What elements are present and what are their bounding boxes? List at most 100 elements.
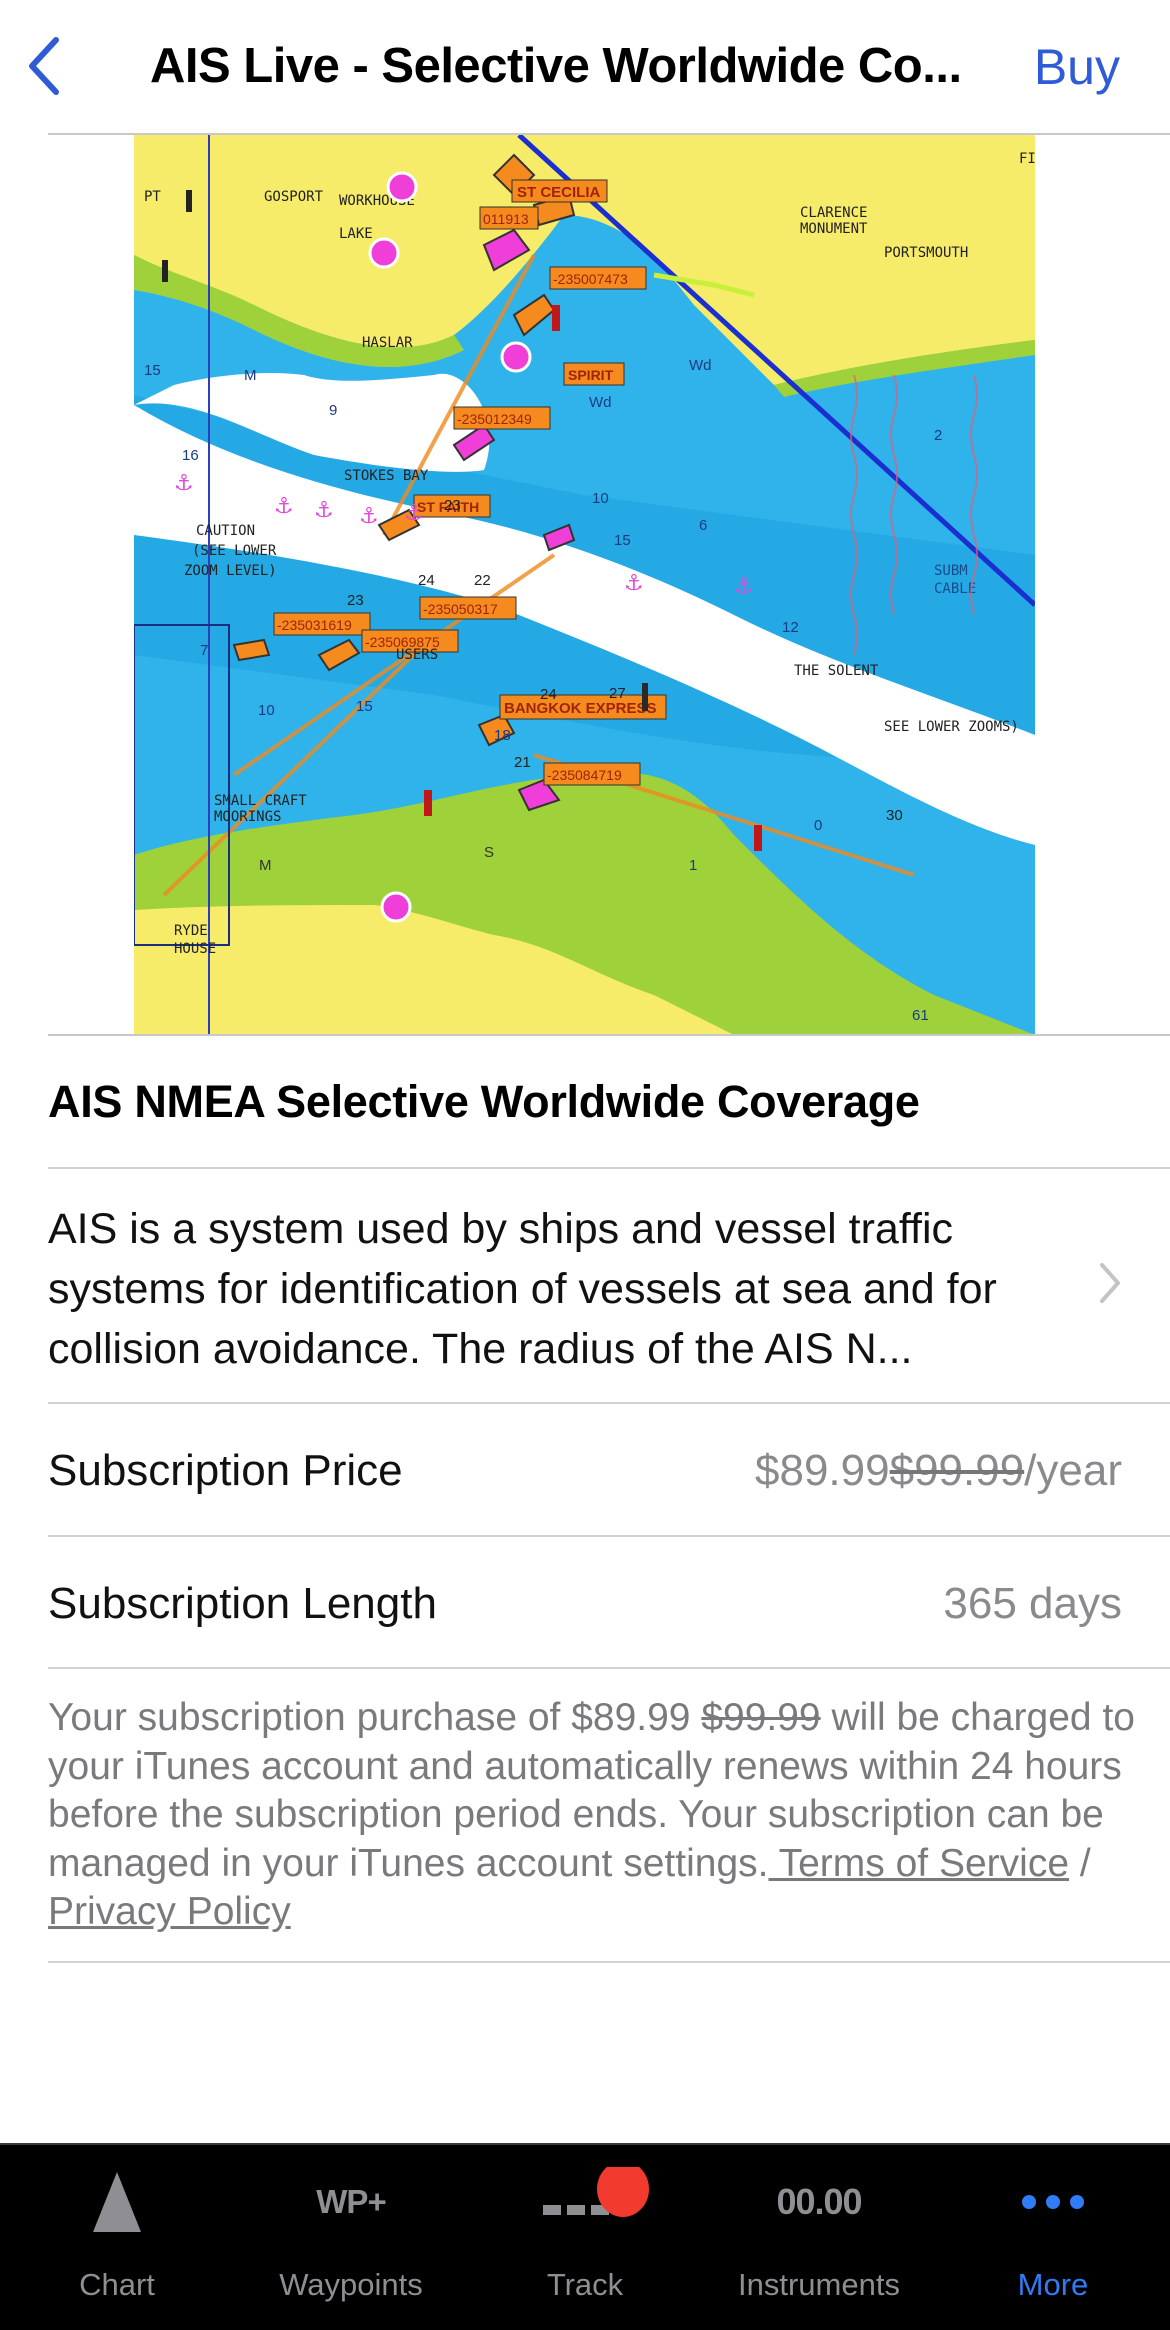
vessel-label: BANGKOK EXPRESS	[499, 694, 667, 720]
navigation-bar: AIS Live - Selective Worldwide Co... Buy	[0, 0, 1170, 135]
depth-label: 16	[182, 447, 199, 464]
depth-label: 12	[782, 619, 799, 636]
more-dots-icon	[1022, 2195, 1084, 2209]
price-current: $89.99	[755, 1446, 890, 1495]
svg-text:ST CECILIA: ST CECILIA	[517, 184, 601, 201]
depth-label: 10	[258, 702, 275, 719]
place-label: SMALL CRAFT	[214, 793, 307, 809]
buoy-red-icon	[552, 305, 560, 331]
place-label: GOSPORT	[264, 189, 324, 205]
marina-icon	[386, 171, 418, 203]
marina-icon	[368, 237, 400, 269]
instruments-icon: 00.00	[776, 2181, 862, 2222]
anchor-icon: ⚓	[404, 501, 424, 526]
depth-label: 21	[514, 754, 531, 771]
depth-label: 22	[474, 572, 491, 589]
product-title: AIS NMEA Selective Worldwide Coverage	[48, 1076, 920, 1127]
beacon-icon	[186, 190, 192, 212]
vessel-label: SPIRIT	[563, 362, 625, 386]
subscription-price-label: Subscription Price	[48, 1446, 403, 1495]
anchor-icon: ⚓	[734, 574, 754, 599]
depth-label: 15	[614, 532, 631, 549]
vessel-label: -235084719	[543, 762, 641, 786]
divider	[48, 1961, 1170, 1963]
product-title-row: AIS NMEA Selective Worldwide Coverage	[48, 1036, 1170, 1168]
buoy-red-icon	[424, 790, 432, 816]
depth-label: M	[259, 857, 272, 874]
depth-label: 24	[540, 686, 557, 703]
depth-label: S	[484, 844, 494, 861]
tab-waypoints[interactable]: WP+ Waypoints	[234, 2145, 468, 2330]
nautical-chart: ST CECILIA 011913 -235007473 SPIRIT -235…	[134, 135, 1035, 1035]
depth-label: 15	[144, 362, 161, 379]
place-label: LAKE	[339, 226, 373, 242]
depth-label: 10	[592, 490, 609, 507]
vessel-label: -235050317	[419, 596, 517, 620]
vessel-label: -235031619	[273, 612, 371, 636]
depth-label: 15	[356, 698, 373, 715]
product-description: AIS is a system used by ships and vessel…	[48, 1205, 997, 1373]
tab-label: Waypoints	[279, 2267, 423, 2302]
depth-label: 9	[329, 402, 337, 419]
anchor-icon: ⚓	[359, 504, 379, 529]
vessel-label: -235007473	[549, 266, 647, 290]
subscription-price-row: Subscription Price $89.99$99.99/year	[48, 1404, 1170, 1536]
depth-label: Wd	[589, 394, 612, 411]
place-label: SEE LOWER ZOOMS)	[884, 719, 1019, 735]
subscription-legal-text: Your subscription purchase of $89.99 $99…	[48, 1694, 1138, 1937]
depth-label: 7	[200, 642, 208, 659]
tab-bar: Chart WP+ Waypoints Track 00.00 Instrume…	[0, 2143, 1170, 2330]
terms-of-service-link[interactable]: Terms of Service	[768, 1842, 1069, 1885]
triangle-icon	[93, 2172, 141, 2232]
depth-label: 61	[912, 1007, 929, 1024]
beacon-icon	[642, 683, 648, 711]
place-label: PT	[144, 189, 161, 205]
depth-label: 6	[699, 517, 707, 534]
price-period: /year	[1024, 1446, 1122, 1495]
svg-text:SPIRIT: SPIRIT	[568, 367, 614, 383]
buy-button[interactable]: Buy	[1034, 38, 1120, 96]
place-label: MOORINGS	[214, 809, 281, 825]
link-separator: /	[1069, 1841, 1091, 1885]
vessel-label: ST CECILIA	[511, 179, 608, 203]
depth-label: 0	[814, 817, 822, 834]
beacon-icon	[162, 260, 168, 282]
tab-more[interactable]: More	[936, 2145, 1170, 2330]
place-label: RYDE	[174, 923, 208, 939]
depth-label: 24	[418, 572, 435, 589]
privacy-policy-link[interactable]: Privacy Policy	[48, 1890, 291, 1933]
subscription-length-label: Subscription Length	[48, 1579, 437, 1628]
tab-label: Instruments	[738, 2267, 900, 2302]
tab-instruments[interactable]: 00.00 Instruments	[702, 2145, 936, 2330]
svg-text:BANGKOK EXPRESS: BANGKOK EXPRESS	[504, 700, 657, 717]
vessel-label: -235012349	[453, 406, 551, 430]
svg-text:-235084719: -235084719	[547, 767, 622, 783]
place-label: CLARENCE	[800, 205, 867, 221]
place-label: HOUSE	[174, 941, 216, 957]
depth-label: M	[244, 367, 257, 384]
subscription-length-row: Subscription Length 365 days	[48, 1537, 1170, 1669]
anchor-icon: ⚓	[174, 471, 194, 496]
depth-label: 18	[494, 727, 511, 744]
place-label: USERS	[396, 647, 438, 663]
product-description-row[interactable]: AIS is a system used by ships and vessel…	[48, 1169, 1170, 1403]
depth-label: 2	[934, 427, 942, 444]
place-label: (SEE LOWER	[192, 543, 277, 559]
place-label: HASLAR	[362, 335, 413, 351]
marina-icon	[380, 891, 412, 923]
tab-track[interactable]: Track	[468, 2145, 702, 2330]
back-button[interactable]	[22, 36, 66, 96]
place-label: MONUMENT	[800, 221, 868, 237]
svg-text:011913: 011913	[483, 211, 529, 227]
tab-label: Track	[546, 2267, 624, 2302]
subscription-price-value: $89.99$99.99/year	[755, 1446, 1122, 1496]
place-label: SUBM	[934, 563, 968, 579]
svg-text:-235007473: -235007473	[553, 271, 628, 287]
tab-chart[interactable]: Chart	[0, 2145, 234, 2330]
chevron-left-icon	[29, 37, 59, 95]
depth-label: 23	[444, 497, 461, 514]
anchor-icon: ⚓	[314, 498, 334, 523]
depth-label: 30	[886, 807, 903, 824]
page-title: AIS Live - Selective Worldwide Co...	[150, 39, 962, 93]
place-label: ZOOM LEVEL)	[184, 563, 277, 579]
